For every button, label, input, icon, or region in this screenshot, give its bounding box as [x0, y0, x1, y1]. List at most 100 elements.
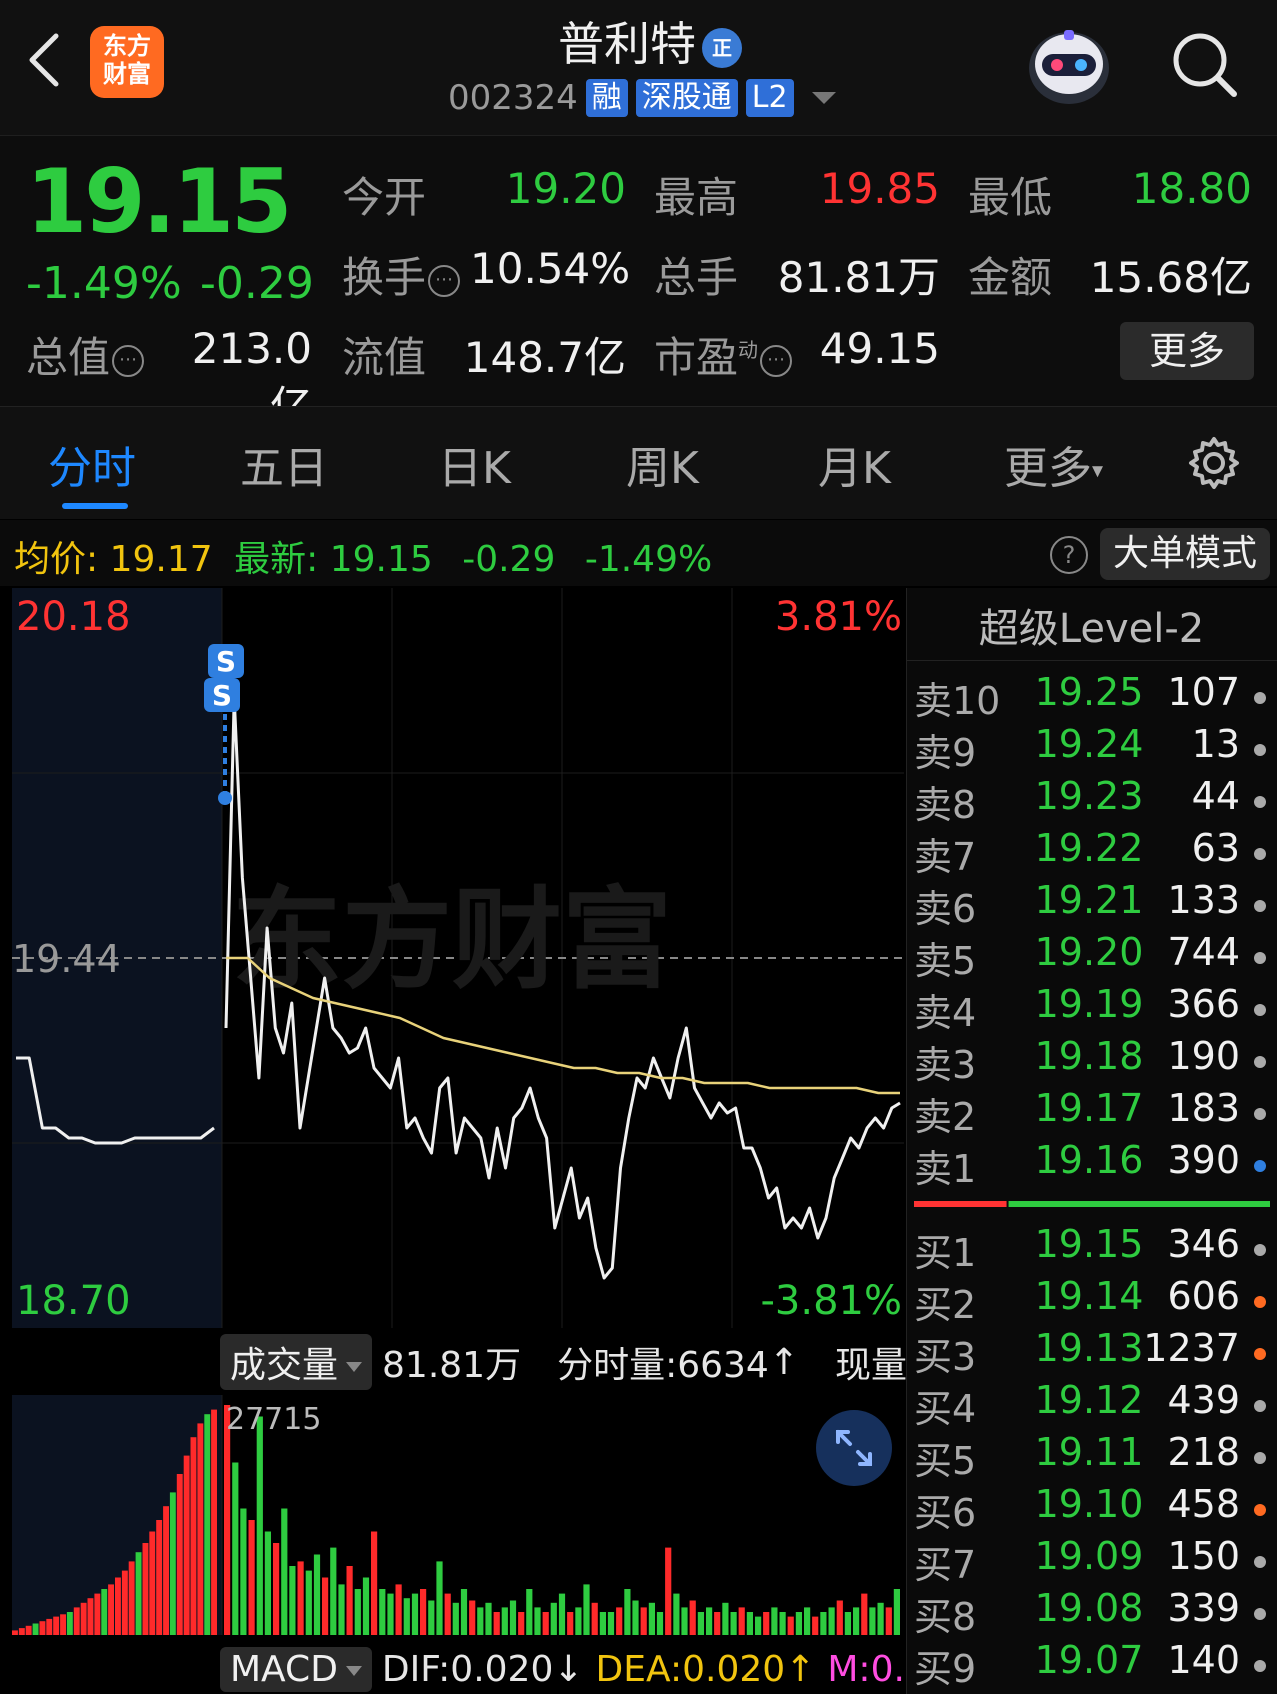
tab-daily-k[interactable]: 日K [438, 432, 511, 496]
sell-level-qty: 183 [1167, 1086, 1240, 1130]
sell-row-6[interactable]: 卖5 19.20 744 [914, 930, 1270, 983]
sell-level-label: 卖3 [914, 1043, 977, 1087]
volume-bar [436, 1561, 443, 1635]
buy-row-8[interactable]: 买8 19.08 339 [914, 1586, 1270, 1639]
volume-bar [755, 1616, 762, 1635]
sell-row-8[interactable]: 卖3 19.18 190 [914, 1034, 1270, 1087]
volume-bar [395, 1584, 402, 1635]
buy-row-7[interactable]: 买7 19.09 150 [914, 1534, 1270, 1587]
volume-bar [763, 1612, 770, 1635]
volume-label: 成交量 [230, 1345, 339, 1386]
sell-row-2[interactable]: 卖9 19.24 13 [914, 722, 1270, 775]
sell-level-qty: 44 [1191, 774, 1240, 818]
price-change: -0.29 [200, 258, 314, 309]
level-dot-icon [1254, 1608, 1266, 1620]
back-icon[interactable] [22, 30, 66, 90]
more-button[interactable]: 更多 [1120, 322, 1254, 380]
info-icon[interactable]: ⋯ [112, 344, 145, 377]
volume-bar [501, 1607, 508, 1635]
pre-volume-bar [163, 1506, 169, 1635]
buy-row-1[interactable]: 买1 19.15 346 [914, 1222, 1270, 1275]
chevron-down-icon[interactable] [811, 92, 836, 104]
sell-row-7[interactable]: 卖4 19.19 366 [914, 982, 1270, 1035]
pre-volume-bar [18, 1628, 25, 1635]
macd-dea: DEA:0.020 [595, 1648, 786, 1690]
expand-icon[interactable] [816, 1410, 892, 1486]
volume-bar [403, 1598, 410, 1635]
buy-level-label: 买8 [914, 1595, 977, 1639]
tag-l2: L2 [745, 79, 794, 117]
pe-value: 49.15 [819, 324, 940, 373]
buy-level-price: 19.11 [1034, 1430, 1144, 1474]
buy-row-9[interactable]: 买9 19.07 140 [914, 1638, 1270, 1691]
buy-row-2[interactable]: 买2 19.14 606 [914, 1274, 1270, 1327]
pre-volume-bar [73, 1607, 80, 1635]
level-dot-icon [1254, 952, 1266, 964]
volume-bar [305, 1570, 312, 1635]
latest-pct: -1.49% [584, 539, 713, 580]
ratio-sell-bar [1008, 1201, 1270, 1207]
volume-selector[interactable]: 成交量 [220, 1334, 373, 1390]
volume-bar [346, 1566, 353, 1635]
avg-info-line: 均价: 19.17 最新: 19.15 -0.29 -1.49% [14, 530, 712, 582]
sell-row-9[interactable]: 卖2 19.17 183 [914, 1086, 1270, 1139]
sell-level-label: 卖4 [914, 991, 977, 1035]
level-dot-icon [1254, 1400, 1266, 1412]
buy-row-4[interactable]: 买4 19.12 439 [914, 1378, 1270, 1431]
volume-header: 成交量 81.81万 分时量:6634↑ 现量:6634 [220, 1332, 1011, 1392]
level-dot-icon [1254, 1660, 1266, 1672]
sell-row-5[interactable]: 卖6 19.21 133 [914, 878, 1270, 931]
pre-volume-bar [142, 1543, 149, 1635]
pre-volume-bar [135, 1552, 142, 1635]
level-dot-icon [1254, 1348, 1266, 1360]
volume-bar [354, 1589, 361, 1635]
volume-bar [248, 1520, 255, 1635]
tab-more[interactable]: 更多▾ [1004, 432, 1103, 496]
stock-code-row[interactable]: 002324 融 深股通 L2 [448, 76, 836, 120]
float-value: 148.7亿 [463, 333, 626, 382]
intraday-price-chart[interactable]: 东方财富 20.18 19.44 18.70 3.81% -3.81% S S [12, 588, 904, 1328]
sell-level-qty: 63 [1191, 826, 1240, 870]
tab-five-day[interactable]: 五日 [240, 432, 328, 496]
macd-selector[interactable]: MACD [220, 1646, 372, 1692]
buy-row-3[interactable]: 买3 19.13 1237 [914, 1326, 1270, 1379]
volume-bar [730, 1612, 737, 1635]
info-icon[interactable]: ⋯ [428, 264, 461, 297]
gear-icon[interactable] [1186, 435, 1242, 491]
sell-level-label: 卖5 [914, 939, 977, 983]
buy-level-price: 19.14 [1034, 1274, 1144, 1318]
robot-avatar[interactable] [1024, 22, 1114, 108]
sell-level-price: 19.24 [1034, 722, 1144, 766]
volume-chart[interactable]: 27715 [12, 1395, 904, 1635]
tab-monthly-k[interactable]: 月K [818, 432, 891, 496]
tab-weekly-k[interactable]: 周K [626, 432, 699, 496]
level-dot-icon [1254, 1056, 1266, 1068]
mktcap-label[interactable]: 总值 ⋯ [26, 324, 145, 385]
open-value: 19.20 [505, 164, 626, 213]
sell-row-1[interactable]: 卖10 19.25 107 [914, 670, 1270, 723]
volume-bar [264, 1531, 271, 1635]
turnover-label[interactable]: 换手 ⋯ [342, 244, 461, 305]
sell-row-4[interactable]: 卖7 19.22 63 [914, 826, 1270, 879]
volume-bar [526, 1589, 533, 1635]
volume-bar [232, 1462, 239, 1635]
level-dot-icon [1254, 1504, 1266, 1516]
volume-bar [387, 1593, 394, 1635]
buy-level-label: 买4 [914, 1387, 977, 1431]
volume-bar [534, 1607, 541, 1635]
search-icon[interactable] [1170, 30, 1240, 100]
pct-change: -1.49% [26, 258, 182, 309]
buy-level-label: 买2 [914, 1283, 977, 1327]
sell-row-3[interactable]: 卖8 19.23 44 [914, 774, 1270, 827]
volume-bar [697, 1612, 704, 1635]
volume-bar [893, 1589, 900, 1635]
volume-bar [281, 1508, 288, 1635]
big-order-mode-button[interactable]: 大单模式 [1100, 528, 1270, 580]
info-icon[interactable]: ⋯ [760, 344, 793, 377]
pe-label[interactable]: 市盈动 ⋯ [654, 324, 793, 385]
sell-row-10[interactable]: 卖1 19.16 390 [914, 1138, 1270, 1191]
buy-row-6[interactable]: 买6 19.10 458 [914, 1482, 1270, 1535]
help-icon[interactable]: ? [1050, 536, 1088, 574]
buy-row-5[interactable]: 买5 19.11 218 [914, 1430, 1270, 1483]
tab-intraday[interactable]: 分时 [48, 432, 136, 496]
